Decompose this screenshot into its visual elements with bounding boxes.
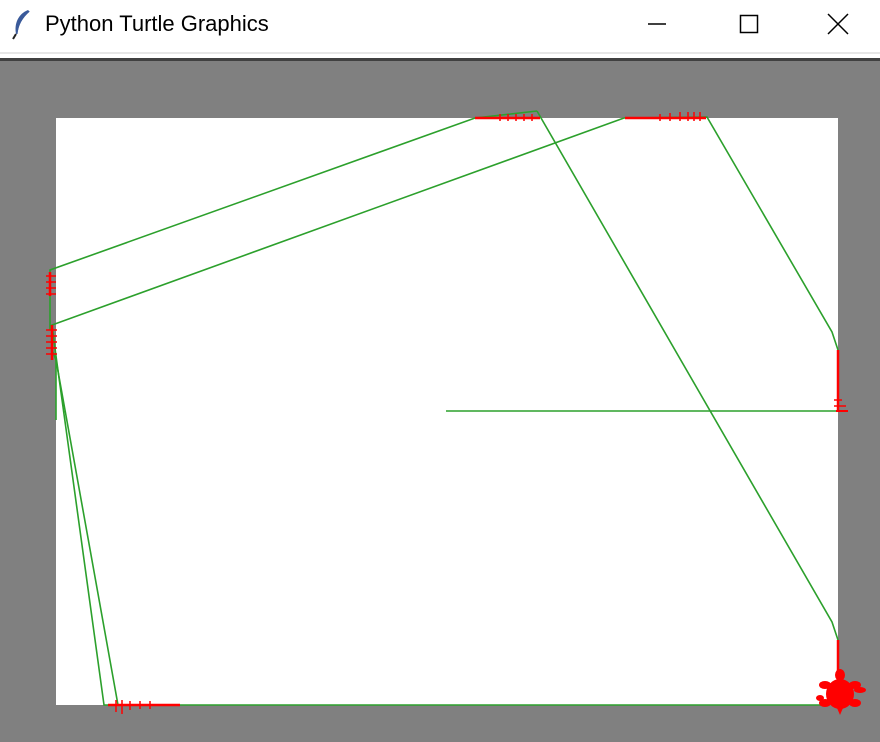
turtle-drawing [46,110,866,715]
turtle-graphics-window: Python Turtle Graphics [0,0,880,742]
